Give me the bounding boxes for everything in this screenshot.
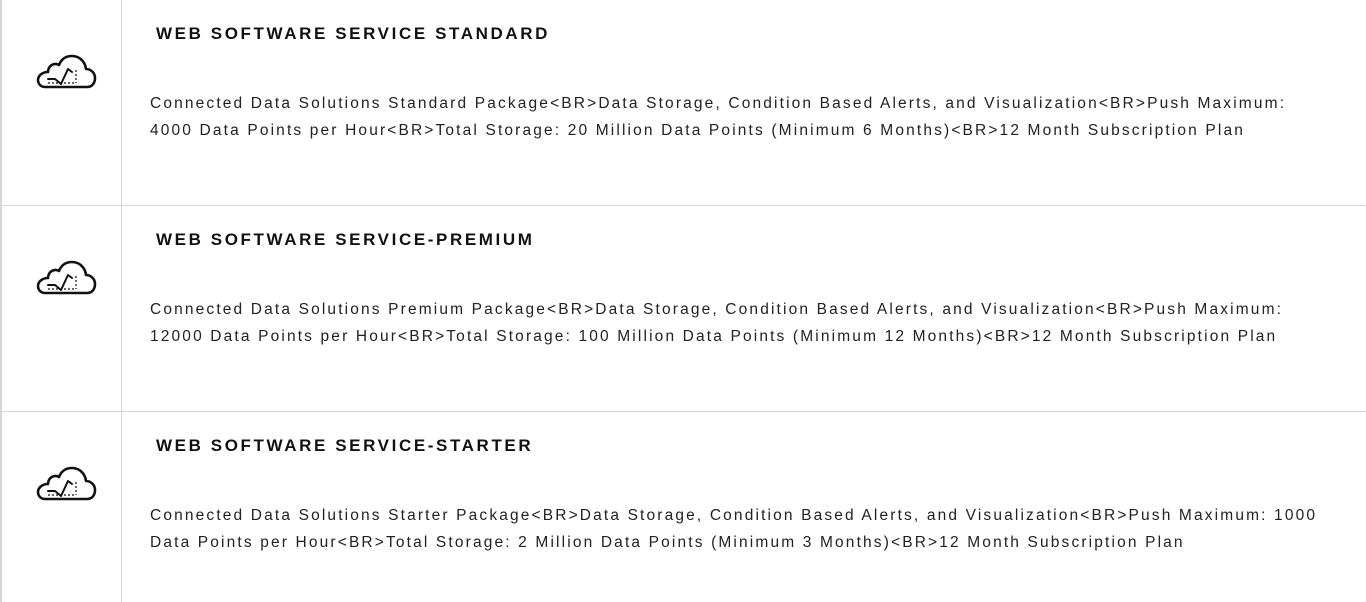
product-description: Connected Data Solutions Starter Package… bbox=[150, 507, 1318, 551]
product-title: WEB SOFTWARE SERVICE-PREMIUM bbox=[156, 230, 535, 249]
product-row-premium: WEB SOFTWARE SERVICE-PREMIUM Connected D… bbox=[0, 206, 1366, 412]
product-description: Connected Data Solutions Premium Package… bbox=[150, 301, 1284, 345]
product-icon-cell bbox=[0, 206, 121, 411]
product-icon-cell bbox=[0, 0, 121, 205]
product-row-standard: WEB SOFTWARE SERVICE STANDARD Connected … bbox=[0, 0, 1366, 206]
product-list: WEB SOFTWARE SERVICE STANDARD Connected … bbox=[0, 0, 1366, 602]
product-title: WEB SOFTWARE SERVICE STANDARD bbox=[156, 24, 551, 43]
product-description: Connected Data Solutions Standard Packag… bbox=[150, 95, 1287, 139]
product-icon-cell bbox=[0, 412, 121, 602]
cloud-chart-icon bbox=[36, 466, 97, 501]
cloud-chart-icon bbox=[36, 260, 97, 295]
cloud-chart-icon bbox=[36, 54, 97, 89]
product-title: WEB SOFTWARE SERVICE-STARTER bbox=[156, 436, 534, 455]
product-row-starter: WEB SOFTWARE SERVICE-STARTER Connected D… bbox=[0, 412, 1366, 602]
